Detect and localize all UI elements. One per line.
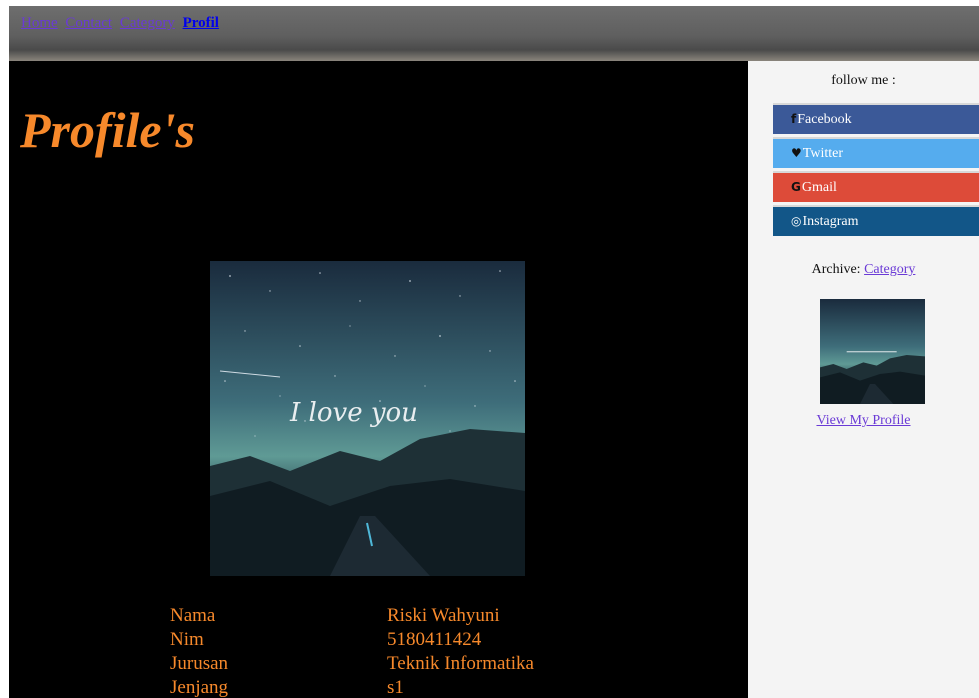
main-content: Profile's I love you Nama Riski Wahyuni … bbox=[9, 61, 748, 698]
archive: Archive: Category bbox=[748, 262, 979, 278]
instagram-button[interactable]: ◎Instagram bbox=[773, 205, 979, 236]
view-profile-link[interactable]: View My Profile bbox=[816, 413, 910, 428]
info-key-nama: Nama bbox=[170, 605, 216, 626]
info-value-jurusan: Teknik Informatika bbox=[387, 653, 534, 674]
gmail-label: Gmail bbox=[801, 180, 837, 195]
gmail-icon: G bbox=[791, 180, 801, 194]
info-row: Nim 5180411424 bbox=[170, 628, 534, 652]
facebook-button[interactable]: fFacebook bbox=[773, 103, 979, 134]
profile-info-table: Nama Riski Wahyuni Nim 5180411424 Jurusa… bbox=[170, 604, 534, 698]
facebook-label: Facebook bbox=[797, 112, 852, 127]
info-row: Jurusan Teknik Informatika bbox=[170, 652, 534, 676]
nav-link-contact[interactable]: Contact bbox=[65, 15, 112, 31]
archive-label: Archive: bbox=[811, 262, 861, 277]
twitter-button[interactable]: ♥Twitter bbox=[773, 137, 979, 168]
facebook-icon: f bbox=[791, 112, 797, 126]
page-frame: Home Contact Category Profil Profile's I… bbox=[9, 6, 979, 698]
view-profile: View My Profile bbox=[748, 413, 979, 429]
sidebar: follow me : fFacebook ♥Twitter GGmail ◎I… bbox=[748, 61, 979, 698]
twitter-label: Twitter bbox=[802, 146, 843, 161]
profile-thumbnail[interactable] bbox=[820, 299, 925, 404]
info-row: Nama Riski Wahyuni bbox=[170, 604, 534, 628]
info-key-nim: Nim bbox=[170, 629, 204, 650]
instagram-icon: ◎ bbox=[791, 214, 802, 228]
nav-link-profil[interactable]: Profil bbox=[183, 15, 219, 31]
info-value-jenjang: s1 bbox=[387, 677, 404, 698]
profile-photo-image: I love you bbox=[210, 261, 525, 576]
info-value-nama: Riski Wahyuni bbox=[387, 605, 500, 626]
profile-photo: I love you bbox=[210, 261, 525, 576]
twitter-icon: ♥ bbox=[791, 146, 802, 160]
photo-caption: I love you bbox=[289, 398, 418, 428]
nav-link-category[interactable]: Category bbox=[120, 15, 175, 31]
info-row: Jenjang s1 bbox=[170, 676, 534, 698]
top-nav-bar: Home Contact Category Profil bbox=[9, 6, 979, 61]
nav-links: Home Contact Category Profil bbox=[21, 15, 223, 32]
nav-link-home[interactable]: Home bbox=[21, 15, 58, 31]
gmail-button[interactable]: GGmail bbox=[773, 171, 979, 202]
page-title: Profile's bbox=[20, 102, 195, 158]
info-key-jenjang: Jenjang bbox=[170, 677, 229, 698]
follow-label: follow me : bbox=[831, 73, 896, 88]
info-key-jurusan: Jurusan bbox=[170, 653, 229, 674]
info-value-nim: 5180411424 bbox=[387, 629, 482, 650]
profile-thumbnail-image bbox=[820, 299, 925, 404]
archive-category-link[interactable]: Category bbox=[864, 262, 915, 277]
instagram-label: Instagram bbox=[802, 214, 859, 229]
